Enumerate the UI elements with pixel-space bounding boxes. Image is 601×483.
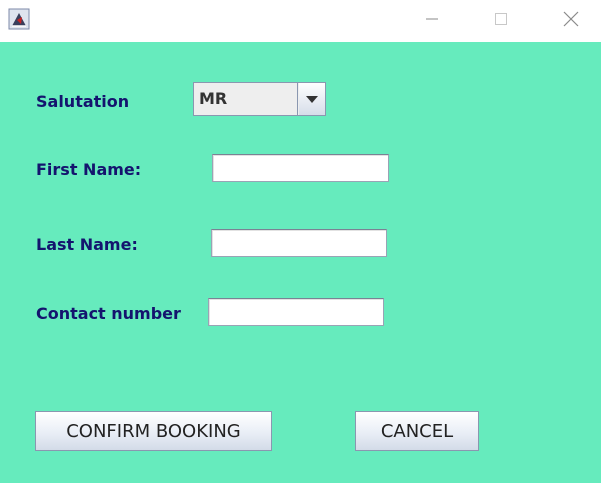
cancel-button[interactable]: CANCEL	[355, 411, 479, 451]
chevron-down-icon	[306, 96, 318, 103]
combo-dropdown-button[interactable]	[299, 83, 325, 115]
first-name-label: First Name:	[36, 160, 142, 179]
last-name-label: Last Name:	[36, 235, 138, 254]
java-app-icon	[8, 8, 30, 30]
contact-number-field[interactable]	[208, 298, 384, 326]
minimize-button[interactable]	[409, 0, 455, 38]
maximize-icon	[495, 13, 507, 25]
contact-number-label: Contact number	[36, 304, 181, 323]
close-icon	[563, 11, 579, 27]
first-name-field[interactable]	[212, 154, 389, 182]
confirm-booking-button[interactable]: CONFIRM BOOKING	[35, 411, 272, 451]
confirm-booking-label: CONFIRM BOOKING	[66, 420, 241, 442]
minimize-icon	[426, 18, 438, 20]
salutation-combo[interactable]: MR	[193, 82, 326, 116]
maximize-button[interactable]	[478, 0, 524, 38]
title-bar	[0, 0, 601, 42]
close-button[interactable]	[548, 0, 594, 38]
last-name-field[interactable]	[211, 229, 387, 257]
salutation-selected-value: MR	[194, 83, 298, 115]
salutation-label: Salutation	[36, 92, 130, 111]
cancel-label: CANCEL	[380, 420, 454, 442]
